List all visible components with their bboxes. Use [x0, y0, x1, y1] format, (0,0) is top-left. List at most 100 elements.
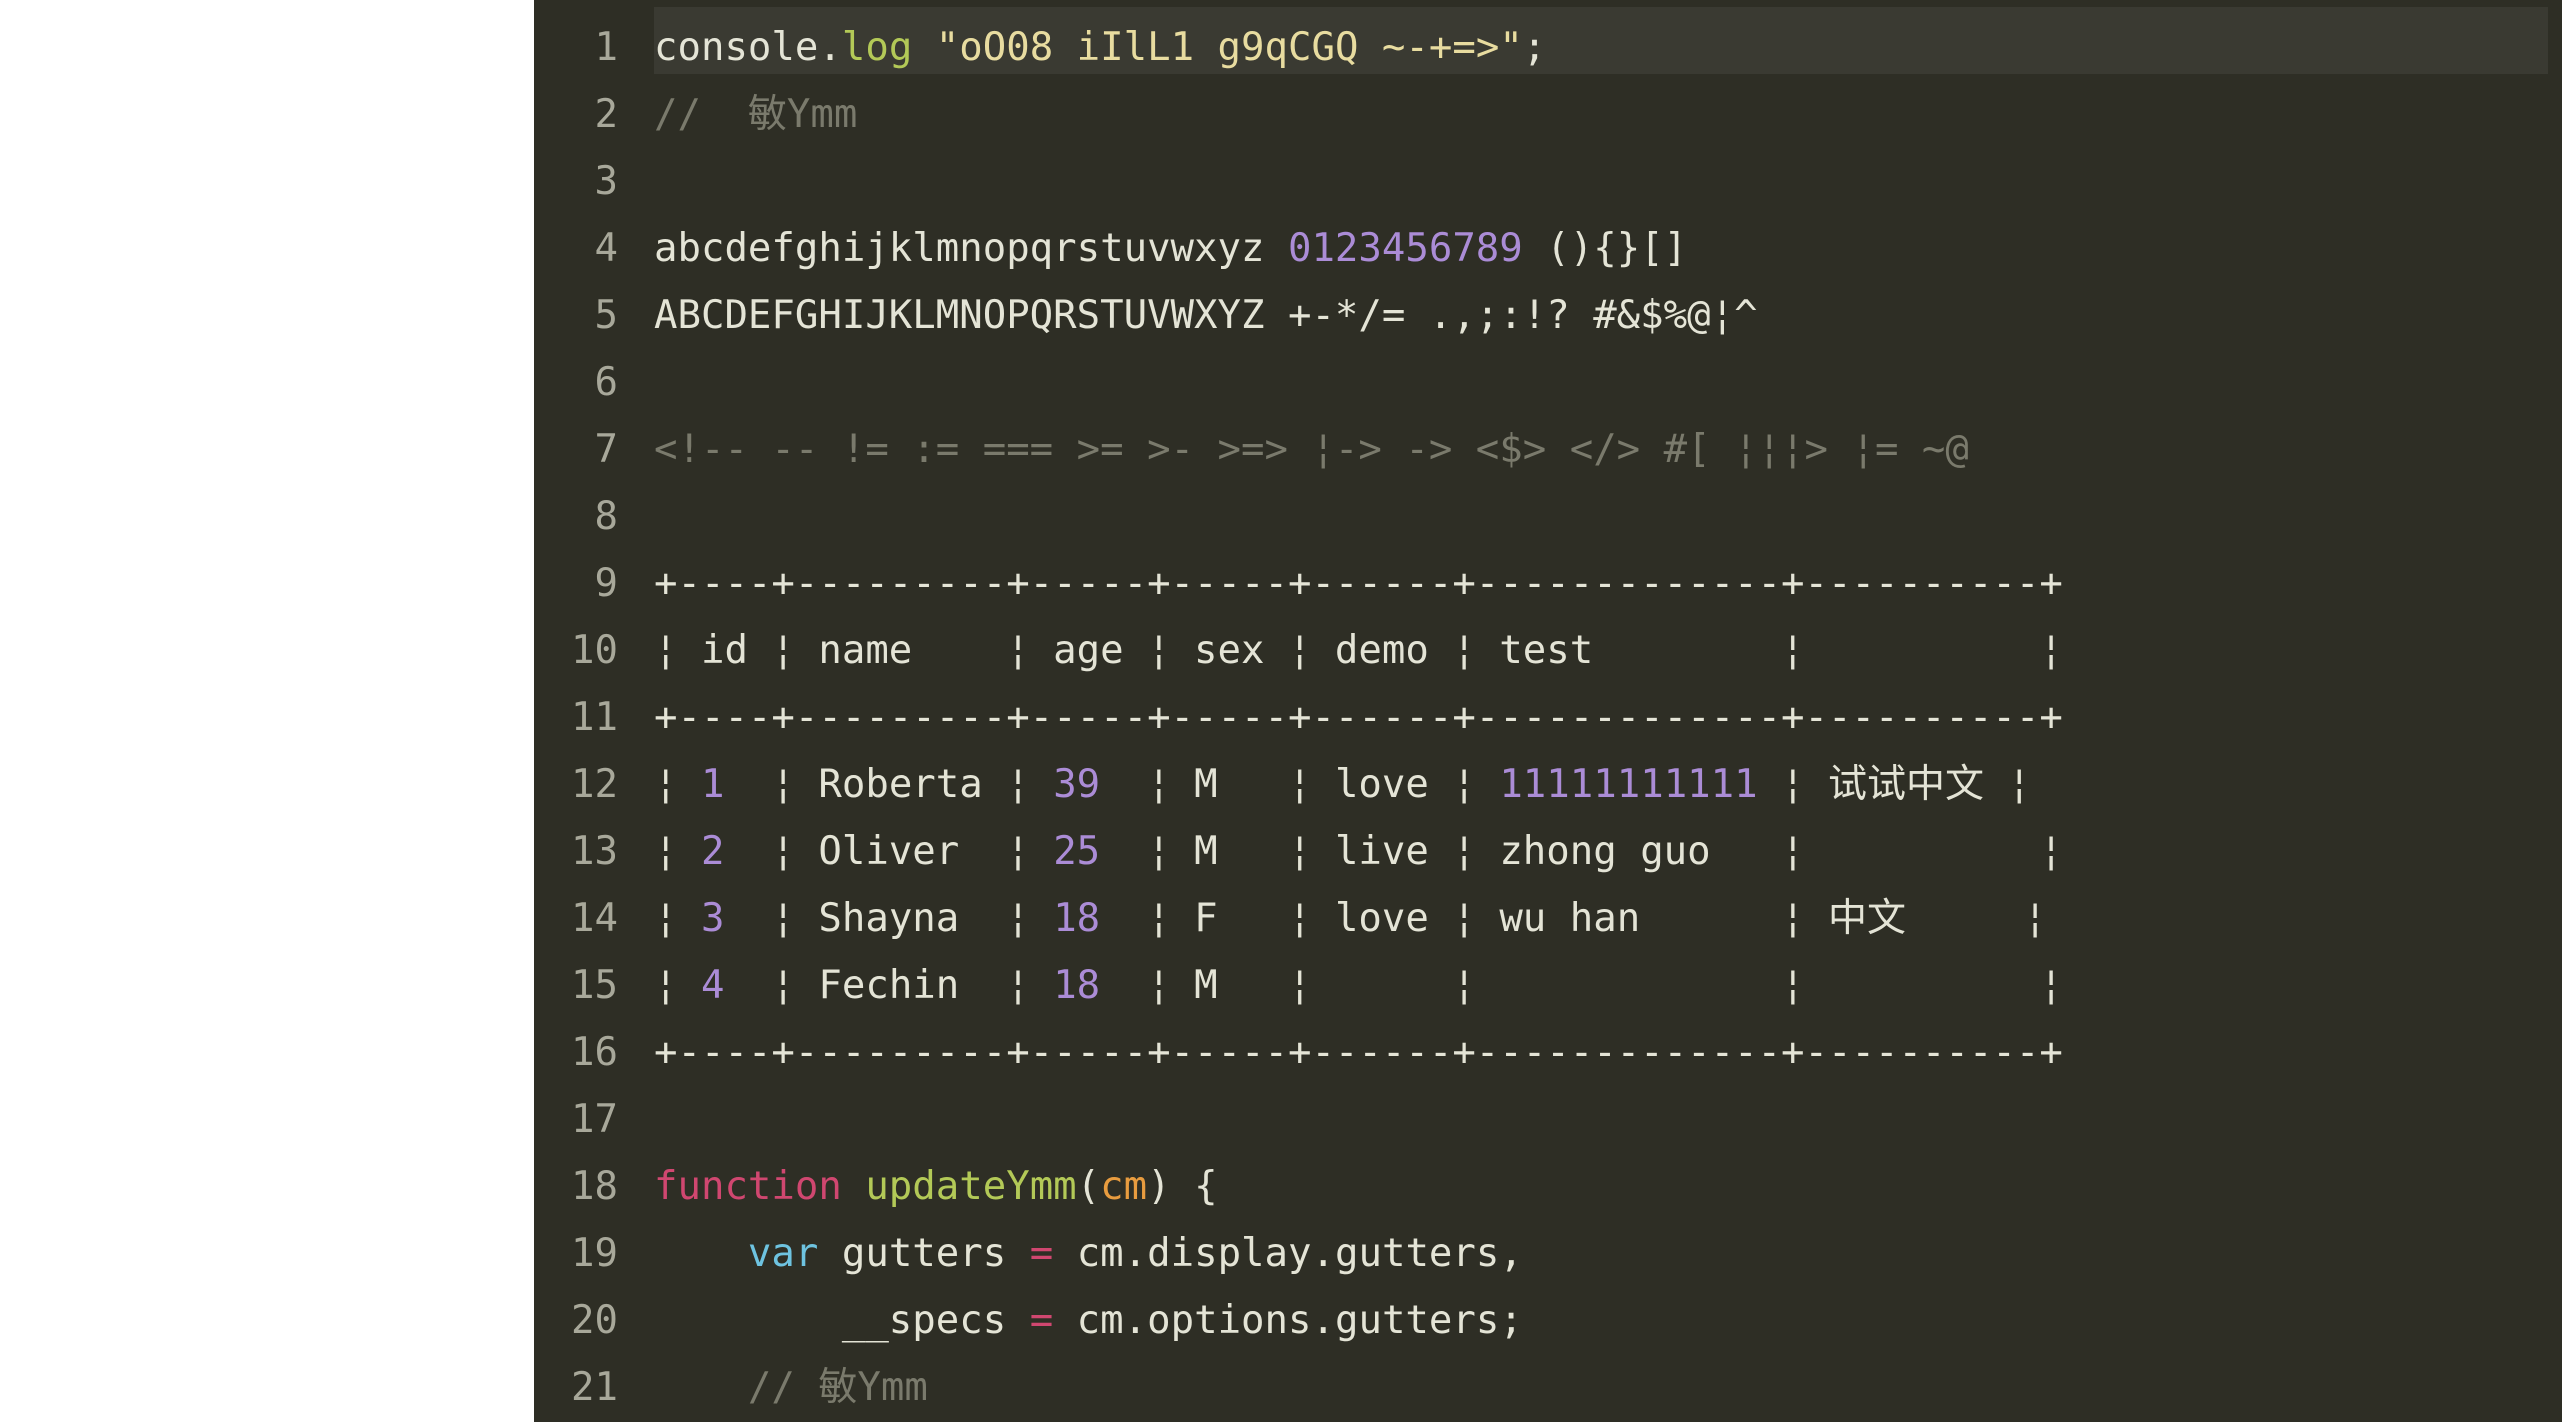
property: gutters	[1335, 1231, 1499, 1276]
line-number: 15	[534, 952, 654, 1019]
line-number: 4	[534, 215, 654, 282]
identifier: __specs	[842, 1298, 1006, 1343]
number: 4	[701, 963, 724, 1008]
line-number: 8	[534, 483, 654, 550]
text: ¦ M ¦ live ¦ zhong guo ¦ ¦	[1100, 829, 2063, 874]
punctuation: ;	[1499, 1298, 1522, 1343]
space	[1006, 1298, 1029, 1343]
text: +----+---------+-----+-----+------+-----…	[654, 561, 2063, 606]
line-number: 6	[534, 349, 654, 416]
code-line[interactable]: ¦ 2 ¦ Oliver ¦ 25 ¦ M ¦ live ¦ zhong guo…	[654, 818, 2562, 885]
code-line[interactable]: // 敏Ymm	[654, 1354, 2562, 1421]
code-line[interactable]: function updateYmm(cm) {	[654, 1153, 2562, 1220]
number: 2	[701, 829, 724, 874]
code-line[interactable]	[654, 1086, 2562, 1153]
number: 1	[701, 762, 724, 807]
code-line[interactable]: +----+---------+-----+-----+------+-----…	[654, 684, 2562, 751]
text: ¦ Shayna ¦	[724, 896, 1053, 941]
text: +----+---------+-----+-----+------+-----…	[654, 1030, 2063, 1075]
comment: // 敏Ymm	[654, 92, 857, 137]
operator: =	[1030, 1298, 1053, 1343]
code-line[interactable]: ¦ 4 ¦ Fechin ¦ 18 ¦ M ¦ ¦ ¦ ¦	[654, 952, 2562, 1019]
code-line[interactable]: var gutters = cm.display.gutters,	[654, 1220, 2562, 1287]
line-number: 1	[534, 14, 654, 81]
space	[1006, 1231, 1029, 1276]
property: display	[1147, 1231, 1311, 1276]
code-editor[interactable]: 1 2 3 4 5 6 7 8 9 10 11 12 13 14 15 16 1…	[534, 0, 2562, 1422]
text: ABCDEFGHIJKLMNOPQRSTUVWXYZ +-*/= .,;:!? …	[654, 293, 1758, 338]
code-line[interactable]: ABCDEFGHIJKLMNOPQRSTUVWXYZ +-*/= .,;:!? …	[654, 282, 2562, 349]
code-line[interactable]	[654, 483, 2562, 550]
text: (){}[]	[1523, 226, 1687, 271]
text: ¦	[654, 896, 701, 941]
keyword: function	[654, 1164, 842, 1209]
text: ¦	[654, 762, 701, 807]
operator: =	[1030, 1231, 1053, 1276]
text: +----+---------+-----+-----+------+-----…	[654, 695, 2063, 740]
text: ¦ Fechin ¦	[724, 963, 1053, 1008]
property: gutters	[1335, 1298, 1499, 1343]
space	[1053, 1298, 1076, 1343]
line-number: 3	[534, 148, 654, 215]
code-line[interactable]: +----+---------+-----+-----+------+-----…	[654, 1019, 2562, 1086]
code-line[interactable]: ¦ 1 ¦ Roberta ¦ 39 ¦ M ¦ love ¦ 11111111…	[654, 751, 2562, 818]
space	[1053, 1231, 1076, 1276]
code-line[interactable]: console.log "oO08 iIlL1 g9qCGQ ~-+=>";	[654, 14, 2562, 81]
code-line[interactable]: abcdefghijklmnopqrstuvwxyz 0123456789 ()…	[654, 215, 2562, 282]
punctuation: ,	[1499, 1231, 1522, 1276]
punctuation: (	[1077, 1164, 1100, 1209]
number: 25	[1053, 829, 1100, 874]
punctuation: .	[1124, 1298, 1147, 1343]
identifier: console	[654, 25, 818, 70]
code-line[interactable]: __specs = cm.options.gutters;	[654, 1287, 2562, 1354]
line-gutter: 1 2 3 4 5 6 7 8 9 10 11 12 13 14 15 16 1…	[534, 0, 654, 1422]
identifier: cm	[1077, 1298, 1124, 1343]
number: 3	[701, 896, 724, 941]
text: ¦	[654, 963, 701, 1008]
method: log	[842, 25, 912, 70]
text: ¦ id ¦ name ¦ age ¦ sex ¦ demo ¦ test ¦ …	[654, 628, 2063, 673]
identifier: gutters	[842, 1231, 1006, 1276]
line-number: 11	[534, 684, 654, 751]
text: ¦ 试试中文 ¦	[1758, 762, 2031, 807]
line-number: 21	[534, 1354, 654, 1421]
indent	[654, 1365, 748, 1410]
code-line[interactable]: ¦ id ¦ name ¦ age ¦ sex ¦ demo ¦ test ¦ …	[654, 617, 2562, 684]
code-line[interactable]: +----+---------+-----+-----+------+-----…	[654, 550, 2562, 617]
space	[818, 1231, 841, 1276]
number: 0123456789	[1288, 226, 1523, 271]
line-number: 12	[534, 751, 654, 818]
property: options	[1147, 1298, 1311, 1343]
code-line[interactable]: ¦ 3 ¦ Shayna ¦ 18 ¦ F ¦ love ¦ wu han ¦ …	[654, 885, 2562, 952]
line-number: 18	[534, 1153, 654, 1220]
code-content[interactable]: console.log "oO08 iIlL1 g9qCGQ ~-+=>"; /…	[654, 0, 2562, 1422]
parameter: cm	[1100, 1164, 1147, 1209]
punctuation: .	[1312, 1231, 1335, 1276]
code-line[interactable]	[654, 349, 2562, 416]
punctuation: .	[818, 25, 841, 70]
line-number: 13	[534, 818, 654, 885]
punctuation: ;	[1523, 25, 1546, 70]
text: ¦ F ¦ love ¦ wu han ¦ 中文 ¦	[1100, 896, 2047, 941]
text: abcdefghijklmnopqrstuvwxyz	[654, 226, 1288, 271]
space	[842, 1164, 865, 1209]
text: ¦ Roberta ¦	[724, 762, 1053, 807]
code-line[interactable]: // 敏Ymm	[654, 81, 2562, 148]
space	[912, 25, 935, 70]
line-number: 7	[534, 416, 654, 483]
comment: // 敏Ymm	[748, 1365, 928, 1410]
left-margin	[0, 0, 534, 1422]
string-literal: "oO08 iIlL1 g9qCGQ ~-+=>"	[936, 25, 1523, 70]
number: 18	[1053, 896, 1100, 941]
line-number: 2	[534, 81, 654, 148]
identifier: cm	[1077, 1231, 1124, 1276]
line-number: 20	[534, 1287, 654, 1354]
punctuation: .	[1124, 1231, 1147, 1276]
space	[1171, 1164, 1194, 1209]
indent	[654, 1298, 842, 1343]
keyword: var	[748, 1231, 818, 1276]
indent	[654, 1231, 748, 1276]
punctuation: .	[1312, 1298, 1335, 1343]
code-line[interactable]: <!-- -- != := === >= >- >=> ¦-> -> <$> <…	[654, 416, 2562, 483]
code-line[interactable]	[654, 148, 2562, 215]
